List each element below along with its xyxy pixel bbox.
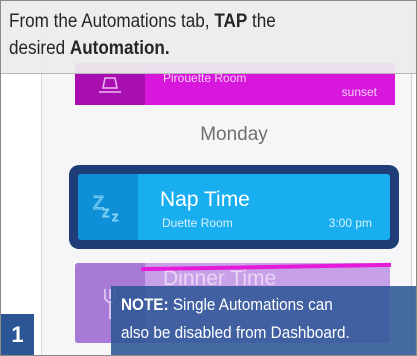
note-callout: NOTE: Single Automations can also be dis… bbox=[111, 286, 416, 355]
instruction-frame: Pirouette Room sunset Monday Z z z Nap T… bbox=[0, 0, 417, 356]
automation-time: sunset bbox=[341, 85, 377, 99]
instruction-automation: Automation. bbox=[69, 38, 170, 59]
instruction-part: desired bbox=[9, 38, 70, 59]
note-line: also be disabled from Dashboard. bbox=[121, 323, 350, 342]
step-number-badge: 1 bbox=[1, 314, 34, 355]
svg-text:z: z bbox=[112, 209, 119, 224]
note-text: NOTE: Single Automations can also be dis… bbox=[121, 291, 350, 347]
svg-text:z: z bbox=[102, 204, 110, 221]
instruction-banner: From the Automations tab, TAP the desire… bbox=[1, 1, 416, 74]
instruction-part: From the Automations tab, bbox=[9, 11, 215, 32]
zzz-icon: Z z z bbox=[78, 174, 138, 240]
note-line: Single Automations can bbox=[168, 295, 333, 314]
automation-title: Nap Time bbox=[160, 188, 250, 211]
automation-card-nap-time[interactable]: Z z z Nap Time Duette Room 3:00 pm bbox=[78, 174, 390, 240]
instruction-part: the bbox=[247, 11, 276, 32]
automation-room: Duette Room bbox=[162, 216, 233, 230]
automation-time: 3:00 pm bbox=[328, 216, 372, 230]
note-label: NOTE: bbox=[121, 295, 169, 314]
instruction-tap: TAP bbox=[214, 11, 248, 32]
instruction-text: From the Automations tab, TAP the desire… bbox=[9, 8, 369, 62]
day-heading: Monday bbox=[200, 124, 268, 145]
